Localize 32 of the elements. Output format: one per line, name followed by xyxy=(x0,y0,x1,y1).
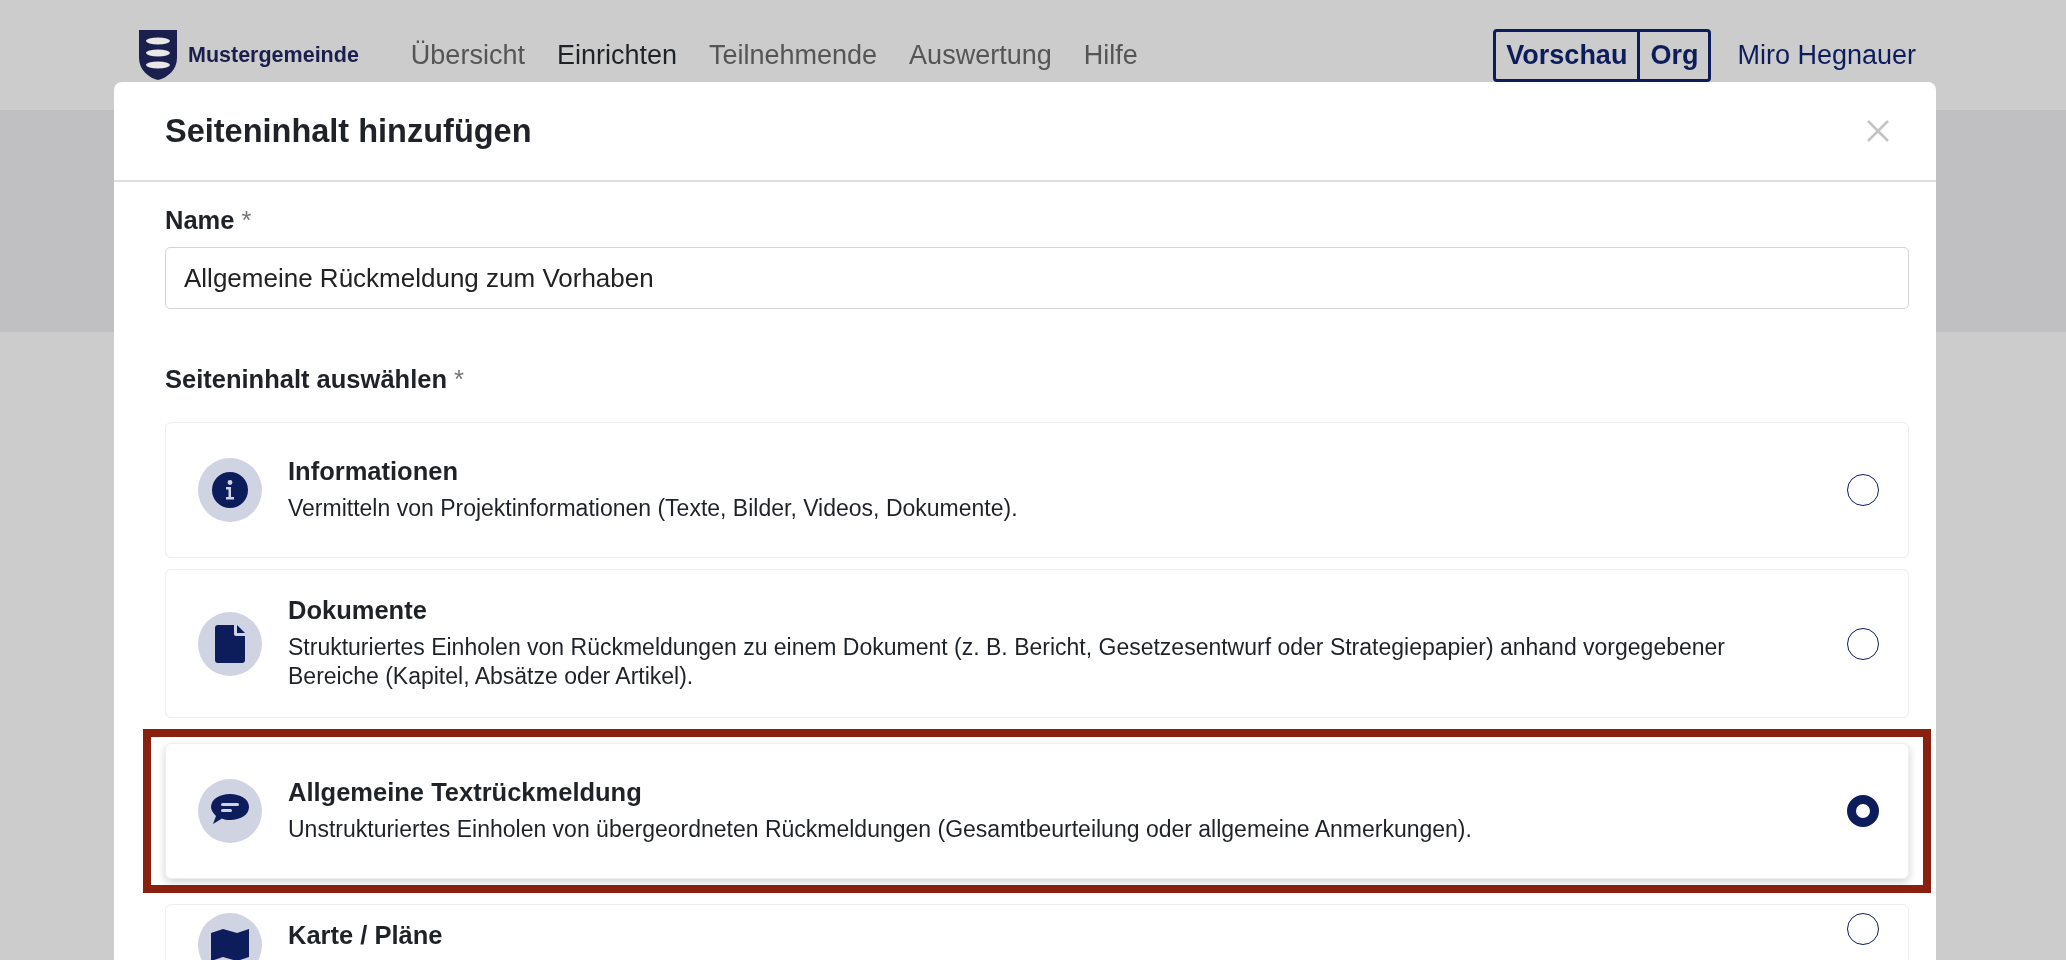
field-label: Name * xyxy=(165,206,253,235)
document-icon xyxy=(215,624,245,663)
option-card[interactable]: Karte / Pläne xyxy=(165,904,1909,960)
nav-link[interactable]: Teilnehmende xyxy=(709,39,878,71)
radio-button[interactable] xyxy=(1847,795,1879,827)
logo-text: Mustergemeinde xyxy=(188,42,359,68)
option-title: Allgemeine Textrückmeldung xyxy=(288,778,643,807)
nav-link[interactable]: Hilfe xyxy=(1083,39,1138,71)
option-description: Unstrukturiertes Einholen von übergeordneten Rückmeldungen (Gesamtbeurteilung oder allgemeine Anmerkungen). xyxy=(288,815,1473,844)
nav-link[interactable]: Einrichten xyxy=(556,39,677,71)
info-icon xyxy=(212,472,248,508)
option-card[interactable]: Allgemeine Textrückmeldung Unstrukturiertes Einholen von übergeordneten Rückmeldungen (Gesamtbeurteilung oder allgemeine Anmerkungen). xyxy=(165,743,1909,879)
view-toggle-button[interactable]: Org xyxy=(1637,31,1709,79)
option-title: Karte / Pläne xyxy=(288,921,444,950)
radio-button[interactable] xyxy=(1847,913,1879,945)
option-card[interactable]: Dokumente Strukturiertes Einholen von Rückmeldungen zu einem Dokument (z. B. Bericht, Gesetzesentwurf oder Strategiepapier) anhand vorgegebener Bereiche (Kapitel, Absätze oder Artikel). xyxy=(165,569,1909,718)
name-input-field[interactable]: Allgemeine Rückmeldung zum Vorhaben xyxy=(165,247,1909,309)
dialog-title: Seiteninhalt hinzufügen xyxy=(165,112,532,150)
nav-link[interactable]: Übersicht xyxy=(410,39,525,71)
nav-link[interactable]: Auswertung xyxy=(909,39,1052,71)
radio-button[interactable] xyxy=(1847,627,1879,660)
user-name[interactable]: Miro Hegnauer xyxy=(1737,39,1916,71)
option-card[interactable]: Informationen Vermitteln von Projektinformationen (Texte, Bilder, Videos, Dokumente). xyxy=(165,422,1909,558)
option-description: Vermitteln von Projektinformationen (Texte, Bilder, Videos, Dokumente). xyxy=(288,494,1019,523)
field-label: Seiteninhalt auswählen * xyxy=(165,365,465,394)
view-toggle-button[interactable]: Vorschau xyxy=(1496,31,1638,79)
option-title: Informationen xyxy=(288,457,459,486)
crest-logo-icon xyxy=(138,29,178,81)
radio-button[interactable] xyxy=(1847,474,1879,506)
map-icon xyxy=(211,929,249,960)
option-description: Strukturiertes Einholen von Rückmeldungen zu einem Dokument (z. B. Bericht, Gesetzesentwurf oder Strategiepapier) anhand vorgegebener Bereiche (Kapitel, Absätze oder Artikel). xyxy=(288,633,1726,691)
option-title: Dokumente xyxy=(288,596,428,625)
